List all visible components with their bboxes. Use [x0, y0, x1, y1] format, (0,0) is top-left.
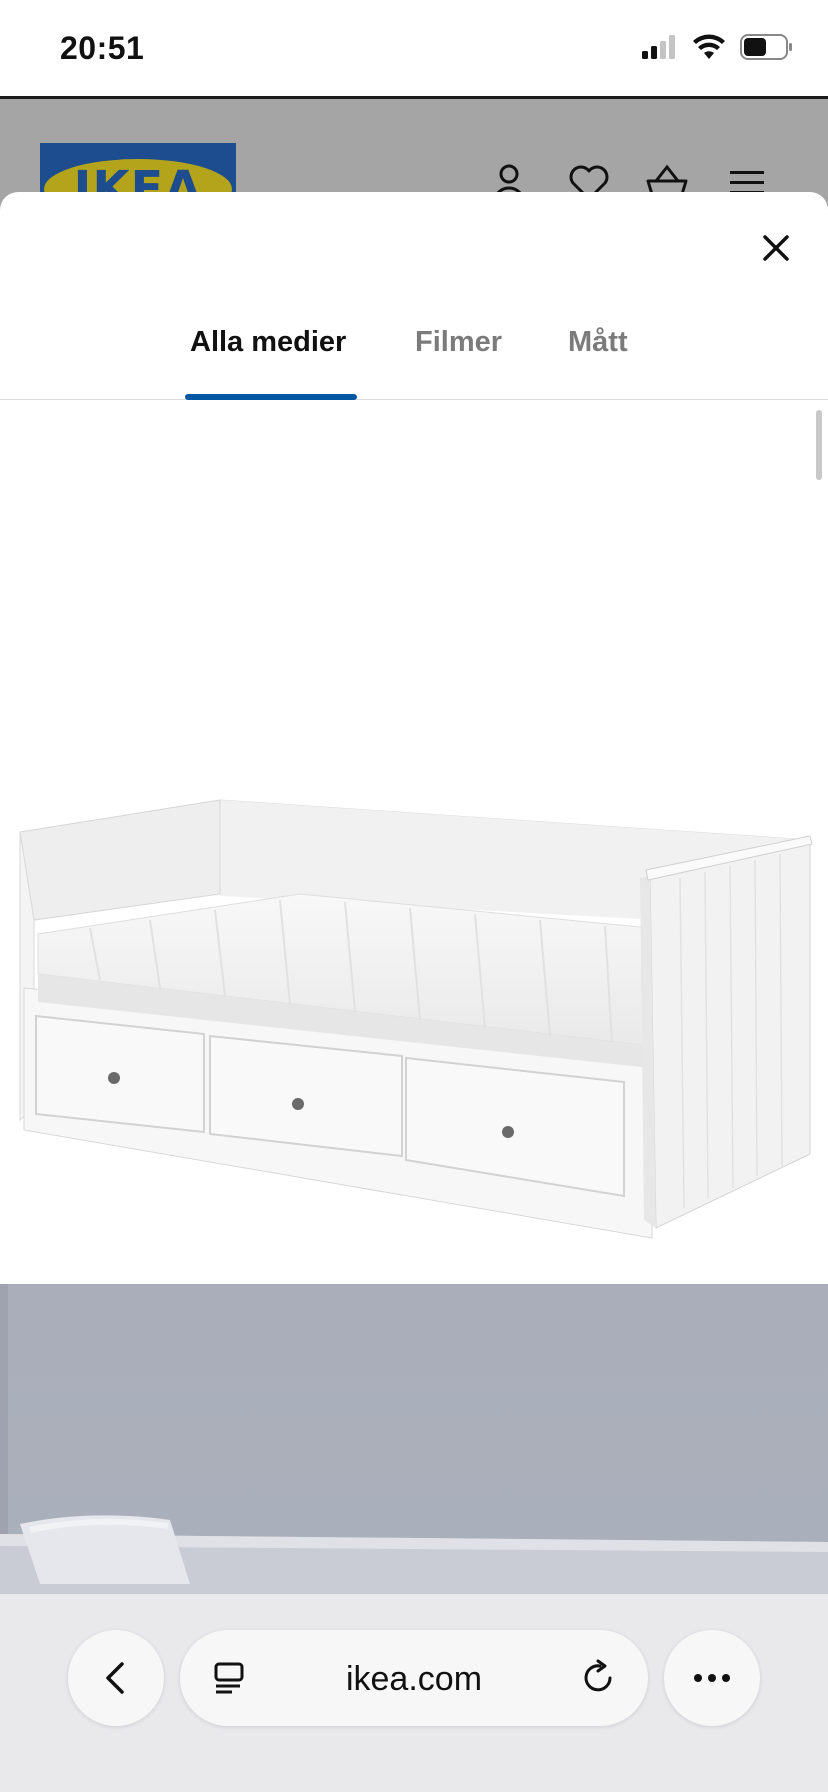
media-modal: Alla medier Filmer Mått: [0, 192, 828, 1792]
more-options-button[interactable]: [664, 1630, 760, 1726]
product-image-daybed[interactable]: [0, 408, 828, 1284]
status-icons: [642, 34, 794, 60]
close-icon[interactable]: [754, 226, 798, 270]
media-gallery[interactable]: [0, 408, 828, 1792]
wifi-icon: [693, 34, 725, 59]
screen: 20:51 IKEA Alla medier Filmer Mått ikea.…: [0, 0, 828, 1792]
address-bar[interactable]: ikea.com: [180, 1630, 648, 1726]
chevron-left-icon: [106, 1662, 124, 1694]
reload-icon[interactable]: [578, 1658, 618, 1698]
ellipsis-icon: [694, 1674, 730, 1682]
media-tabs: Alla medier Filmer Mått: [0, 302, 828, 400]
status-bar: 20:51: [0, 0, 828, 98]
scrollbar[interactable]: [816, 410, 822, 480]
active-tab-indicator: [185, 394, 357, 400]
tab-filmer[interactable]: Filmer: [415, 326, 502, 359]
battery-icon: [740, 34, 792, 60]
cellular-signal-icon: [642, 35, 675, 59]
tab-alla-medier[interactable]: Alla medier: [190, 326, 346, 359]
status-time: 20:51: [60, 30, 145, 66]
back-button[interactable]: [68, 1630, 164, 1726]
tab-matt[interactable]: Mått: [568, 326, 628, 359]
browser-toolbar: ikea.com: [0, 1594, 828, 1792]
